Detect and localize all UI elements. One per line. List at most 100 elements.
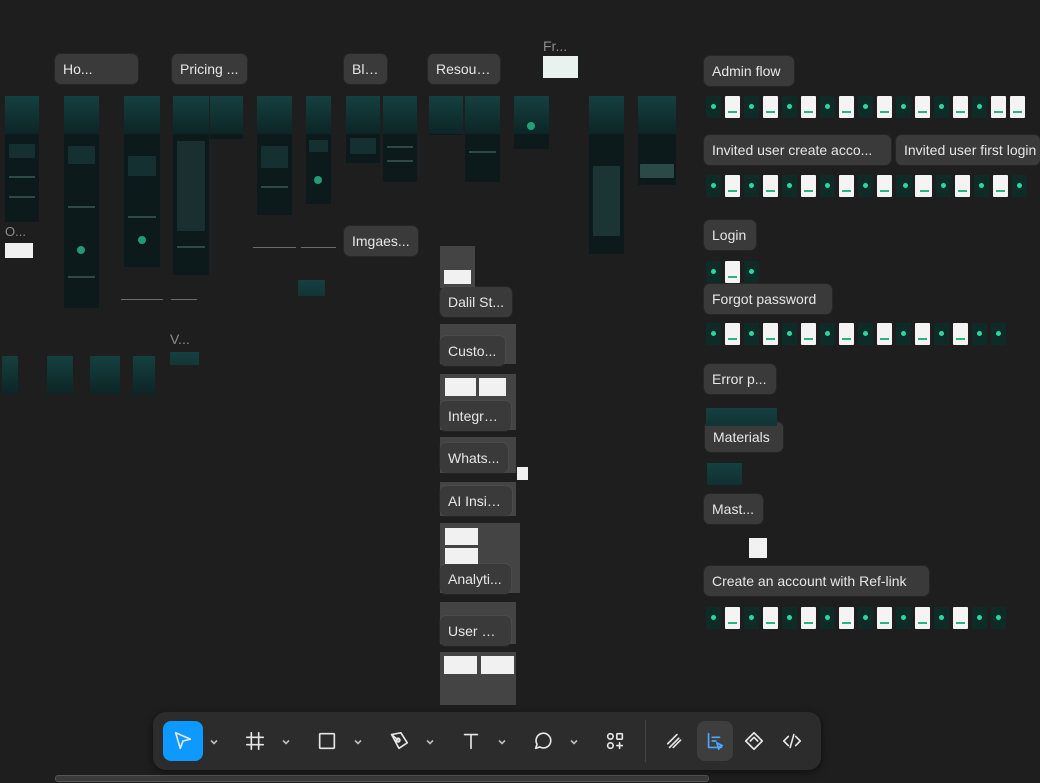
flow-screen-thumb[interactable] — [991, 96, 1006, 118]
flow-screen-thumb[interactable] — [820, 96, 835, 118]
shape-tool-button[interactable] — [307, 721, 347, 761]
flow-screen-thumb[interactable] — [763, 323, 778, 345]
label-home[interactable]: Ho... — [55, 54, 138, 84]
flow-screen-thumb[interactable] — [934, 323, 949, 345]
label-invited-user-create[interactable]: Invited user create acco... — [704, 135, 891, 165]
flow-strip-invited-login[interactable] — [898, 175, 1027, 199]
comment-tool-chevron-icon[interactable] — [569, 734, 579, 745]
actions-tool-button[interactable] — [595, 721, 635, 761]
component-cluster-2[interactable] — [47, 356, 73, 471]
label-custo[interactable]: Custo... — [440, 336, 505, 366]
flow-screen-thumb[interactable] — [934, 96, 949, 118]
flow-screen-thumb[interactable] — [839, 323, 854, 345]
flow-screen-thumb[interactable] — [725, 261, 740, 283]
frame-pricing-1[interactable] — [173, 96, 209, 275]
frame-blog-2[interactable] — [383, 96, 417, 182]
text-tool-button[interactable] — [451, 721, 491, 761]
label-admin-flow[interactable]: Admin flow — [704, 56, 794, 86]
label-mast[interactable]: Mast... — [704, 494, 763, 524]
flow-screen-thumb[interactable] — [839, 607, 854, 629]
pen-tool-button[interactable] — [379, 721, 419, 761]
flow-screen-thumb[interactable] — [858, 323, 873, 345]
flow-screen-thumb[interactable] — [877, 96, 892, 118]
component-cluster-3[interactable] — [90, 356, 120, 476]
text-tool-chevron-icon[interactable] — [497, 734, 507, 745]
label-dalil[interactable]: Dalil St... — [440, 287, 512, 317]
flow-screen-thumb[interactable] — [953, 323, 968, 345]
images-thumb[interactable] — [298, 280, 325, 296]
flow-strip-admin[interactable] — [706, 96, 1025, 120]
flow-screen-thumb[interactable] — [782, 323, 797, 345]
label-resources[interactable]: Resour... — [428, 54, 500, 84]
prototype-mode-button[interactable] — [735, 721, 773, 761]
horizontal-scrollbar[interactable] — [55, 775, 709, 782]
flow-screen-thumb[interactable] — [915, 607, 930, 629]
frame-page-4[interactable] — [257, 96, 292, 215]
shape-tool-chevron-icon[interactable] — [353, 734, 363, 745]
frame-blog-1[interactable] — [346, 96, 380, 163]
flow-screen-thumb[interactable] — [706, 607, 721, 629]
flow-strip-forgot[interactable] — [706, 323, 1006, 347]
component-cluster-4[interactable] — [133, 356, 155, 461]
flow-screen-thumb[interactable] — [858, 607, 873, 629]
flow-screen-thumb[interactable] — [801, 96, 816, 118]
flow-screen-thumb[interactable] — [839, 96, 854, 118]
flow-strip-invited-create[interactable] — [706, 175, 930, 199]
flow-screen-thumb[interactable] — [706, 323, 721, 345]
flow-screen-thumb[interactable] — [725, 175, 740, 197]
move-tool-button[interactable] — [163, 721, 203, 761]
flow-screen-thumb[interactable] — [896, 96, 911, 118]
label-error[interactable]: Error p... — [704, 364, 776, 394]
label-integra[interactable]: Integra... — [440, 401, 511, 431]
flow-screen-thumb[interactable] — [877, 607, 892, 629]
flow-screen-thumb[interactable] — [725, 323, 740, 345]
flow-screen-thumb[interactable] — [858, 96, 873, 118]
flow-screen-thumb[interactable] — [801, 607, 816, 629]
flow-screen-thumb[interactable] — [801, 175, 816, 197]
flow-screen-thumb[interactable] — [820, 175, 835, 197]
flow-screen-thumb[interactable] — [706, 96, 721, 118]
label-whats[interactable]: Whats... — [440, 443, 508, 473]
flow-screen-thumb[interactable] — [972, 607, 987, 629]
v-frame[interactable] — [170, 352, 199, 365]
error-page-thumbs[interactable] — [706, 408, 777, 426]
draw-mode-button[interactable] — [657, 721, 695, 761]
fr-thumbnail[interactable] — [543, 56, 578, 78]
flow-screen-thumb[interactable] — [820, 607, 835, 629]
component-cluster-1[interactable] — [2, 356, 18, 496]
flow-screen-thumb[interactable] — [915, 323, 930, 345]
frame-tool-chevron-icon[interactable] — [281, 734, 291, 745]
flow-screen-thumb[interactable] — [744, 323, 759, 345]
frame-tool-button[interactable] — [235, 721, 275, 761]
flow-screen-thumb[interactable] — [896, 323, 911, 345]
flow-screen-thumb[interactable] — [974, 175, 989, 197]
label-v[interactable]: V... — [170, 331, 190, 347]
label-blog[interactable]: Blog — [344, 54, 387, 84]
flow-screen-thumb[interactable] — [936, 175, 951, 197]
flow-strip-create-ref[interactable] — [706, 607, 1006, 631]
flow-screen-thumb[interactable] — [915, 96, 930, 118]
frame-resources-2[interactable] — [465, 96, 500, 182]
flow-screen-thumb[interactable] — [782, 607, 797, 629]
flow-screen-thumb[interactable] — [993, 175, 1008, 197]
flow-screen-thumb[interactable] — [972, 323, 987, 345]
label-pricing[interactable]: Pricing ... — [172, 54, 247, 84]
flow-screen-thumb[interactable] — [953, 607, 968, 629]
flow-screen-thumb[interactable] — [763, 96, 778, 118]
label-images[interactable]: Imgaes... — [344, 226, 418, 256]
flow-screen-thumb[interactable] — [744, 261, 759, 283]
flow-screen-thumb[interactable] — [917, 175, 932, 197]
flow-strip-login[interactable] — [706, 261, 759, 285]
pen-tool-chevron-icon[interactable] — [425, 734, 435, 745]
label-o[interactable]: O... — [5, 224, 26, 239]
frame-page-9[interactable] — [514, 96, 549, 149]
flow-screen-thumb[interactable] — [1010, 96, 1025, 118]
design-canvas[interactable]: Ho... Pricing ... Blog Resour... Imgaes.… — [0, 0, 1040, 783]
flow-screen-thumb[interactable] — [877, 175, 892, 197]
flow-screen-thumb[interactable] — [763, 607, 778, 629]
frame-home-1[interactable] — [5, 96, 39, 222]
materials-thumb[interactable] — [707, 463, 742, 485]
flow-screen-thumb[interactable] — [744, 175, 759, 197]
flow-screen-thumb[interactable] — [725, 607, 740, 629]
label-analytics[interactable]: Analyti... — [440, 564, 511, 594]
